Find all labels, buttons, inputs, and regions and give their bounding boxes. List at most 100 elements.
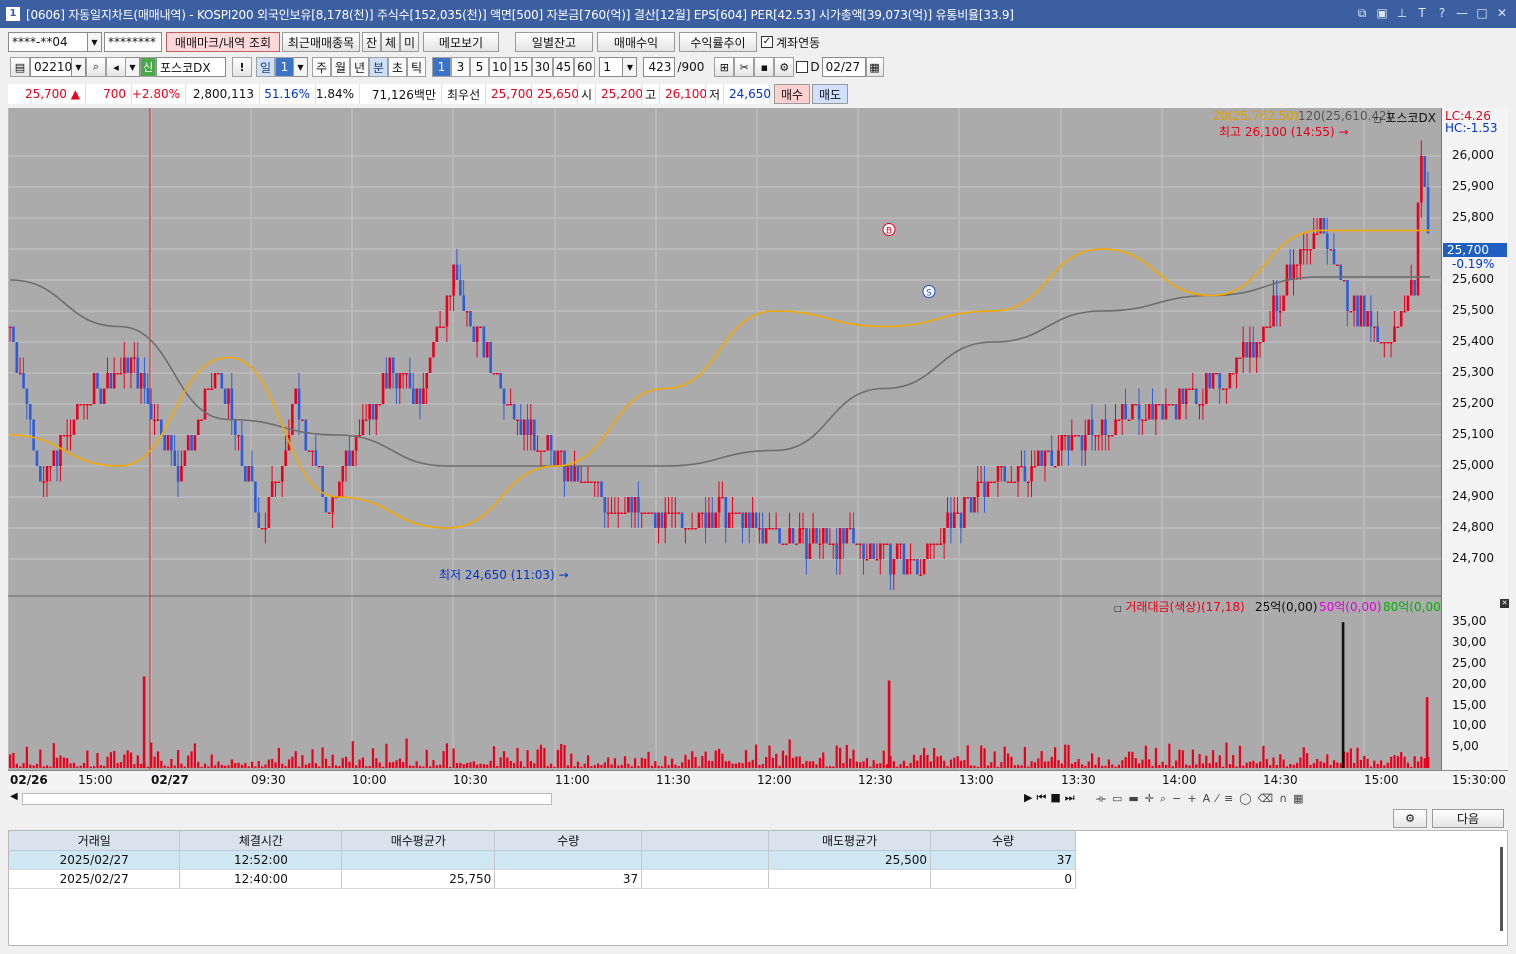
next-button[interactable]: 다음 [1432, 809, 1504, 828]
trade-profit-button[interactable]: 매매수익 [597, 32, 675, 52]
interval-15[interactable]: 15 [510, 57, 532, 77]
interval-1[interactable]: 1 [432, 57, 451, 77]
memo-button[interactable]: 메모보기 [423, 32, 499, 52]
forward-icon[interactable]: ⏭ [1065, 791, 1075, 805]
multiplier-dropdown-icon[interactable]: ▼ [623, 57, 638, 77]
eraser-icon[interactable]: ⌫ [1258, 792, 1274, 806]
interval-60[interactable]: 60 [574, 57, 596, 77]
maximize-icon[interactable]: □ [1474, 5, 1490, 21]
fib-icon[interactable]: ≡ [1224, 792, 1233, 806]
grid-scrollbar[interactable] [1500, 847, 1503, 931]
layout-icon[interactable]: ▣ [1374, 5, 1390, 21]
close-pane-icon[interactable]: ✕ [1500, 599, 1509, 608]
indicator-icon[interactable]: ⊞ [714, 57, 735, 77]
volume-bar [724, 761, 727, 768]
interval-5[interactable]: 5 [470, 57, 489, 77]
daily-balance-button[interactable]: 일별잔고 [515, 32, 593, 52]
calendar-icon[interactable]: ▦ [865, 57, 884, 77]
crosshair-icon[interactable]: ✛ [1145, 792, 1154, 806]
sell-button[interactable]: 매도 [812, 84, 848, 104]
pin-icon[interactable]: ⊥ [1394, 5, 1410, 21]
period-year[interactable]: 년 [350, 57, 369, 77]
return-trend-button[interactable]: 수익률추이 [679, 32, 757, 52]
ruler-icon[interactable]: ⟛ [1096, 792, 1106, 806]
zoom-out-icon[interactable]: − [1172, 792, 1181, 806]
text-tool-icon[interactable]: A [1203, 792, 1211, 806]
period-minute[interactable]: 분 [369, 57, 388, 77]
period-tick[interactable]: 틱 [407, 57, 426, 77]
sound-icon[interactable]: ◂ [106, 57, 126, 77]
zoom-icon[interactable]: ⌕ [1160, 792, 1166, 806]
date-field[interactable]: 02/27 [821, 57, 866, 77]
period-second[interactable]: 초 [388, 57, 407, 77]
sound-dropdown-icon[interactable]: ▼ [126, 57, 140, 77]
account-field[interactable]: ****-**04 [8, 32, 88, 52]
count-field[interactable]: 423 [643, 57, 676, 77]
period-month[interactable]: 월 [331, 57, 350, 77]
volume-bar [502, 751, 506, 768]
volume-bar [1027, 766, 1030, 768]
chart-layout-icon[interactable]: ▤ [10, 57, 30, 77]
interval-3[interactable]: 3 [451, 57, 470, 77]
tab-mi[interactable]: 미 [400, 32, 419, 52]
period-dropdown-icon[interactable]: ▼ [294, 57, 308, 77]
best-label: 최우선 [442, 84, 486, 104]
font-icon[interactable]: T [1414, 5, 1430, 21]
trade-mark-button[interactable]: 매매마크/내역 조회 [166, 32, 280, 52]
password-field[interactable]: ******** [104, 32, 162, 52]
candle-down [1362, 295, 1366, 327]
volume-legend-80: 80억(0,00) [1383, 600, 1446, 614]
search-icon[interactable]: ⌕ [86, 57, 106, 77]
help-icon[interactable]: ? [1434, 5, 1450, 21]
volume-bar [486, 764, 489, 768]
price-chart-pane[interactable]: BS 20(25,762.50) 120(25,610.42) □ 포스코DX … [7, 108, 1445, 770]
chart-svg[interactable]: BS [7, 108, 1441, 770]
tab-che[interactable]: 체 [381, 32, 400, 52]
tool-icon[interactable]: ✂ [734, 57, 755, 77]
interval-45[interactable]: 45 [552, 57, 575, 77]
volume-bar [375, 758, 378, 768]
close-icon[interactable]: ✕ [1494, 5, 1510, 21]
rewind-icon[interactable]: ⏮ [1036, 791, 1046, 805]
code-dropdown-icon[interactable]: ▼ [72, 57, 86, 77]
volume-bar [398, 758, 401, 768]
zoom-in-icon[interactable]: + [1187, 792, 1196, 806]
volume-bar [49, 766, 52, 768]
scroll-thumb[interactable] [22, 793, 552, 805]
stock-code-field[interactable]: 022100 [30, 57, 80, 77]
table-row[interactable]: 2025/02/27 12:40:00 25,750 37 0 [9, 869, 1076, 889]
chart-icon-2[interactable]: ▬ [1128, 792, 1138, 806]
volume-bar [549, 763, 553, 768]
chart-icon-1[interactable]: ▭ [1112, 792, 1122, 806]
magnet-icon[interactable]: ∩ [1279, 792, 1287, 806]
gear-icon[interactable]: ⚙ [774, 57, 795, 77]
period-week[interactable]: 주 [312, 57, 331, 77]
alert-icon[interactable]: ! [232, 57, 252, 77]
grid-settings-icon[interactable]: ⚙ [1393, 809, 1427, 828]
recent-items-button[interactable]: 최근매매종목 [282, 32, 360, 52]
period-day[interactable]: 일 [256, 57, 275, 77]
d-checkbox[interactable] [796, 61, 809, 73]
line-tool-icon[interactable]: ⁄ [1216, 792, 1218, 806]
link-icon[interactable]: ⧉ [1354, 5, 1370, 21]
scroll-left-icon[interactable]: ◀ [10, 791, 18, 802]
interval-10[interactable]: 10 [489, 57, 511, 77]
buy-button[interactable]: 매수 [774, 84, 810, 104]
minimize-icon[interactable]: — [1454, 5, 1470, 21]
tab-jan[interactable]: 잔 [362, 32, 381, 52]
account-dropdown-icon[interactable]: ▼ [88, 32, 102, 52]
volume-bar [859, 762, 862, 768]
shape-icon[interactable]: ◯ [1239, 792, 1251, 806]
volume-bar [869, 766, 872, 768]
period-number[interactable]: 1 [275, 57, 294, 77]
interval-30[interactable]: 30 [531, 57, 553, 77]
grid-icon[interactable]: ▦ [1293, 792, 1303, 806]
scroll-right-icon[interactable]: ▶ [1024, 791, 1032, 805]
account-link-checkbox[interactable]: ✓ [761, 36, 773, 48]
price-axis[interactable]: LC:4.26 HC:-1.53 26,00025,90025,80025,70… [1441, 108, 1509, 770]
save-icon[interactable]: ▪ [754, 57, 775, 77]
table-row[interactable]: 2025/02/27 12:52:00 25,500 37 [9, 850, 1076, 870]
stock-name-field[interactable]: 포스코DX [156, 57, 226, 77]
multiplier-field[interactable]: 1 [599, 57, 624, 77]
stop-icon[interactable]: ■ [1050, 791, 1060, 805]
